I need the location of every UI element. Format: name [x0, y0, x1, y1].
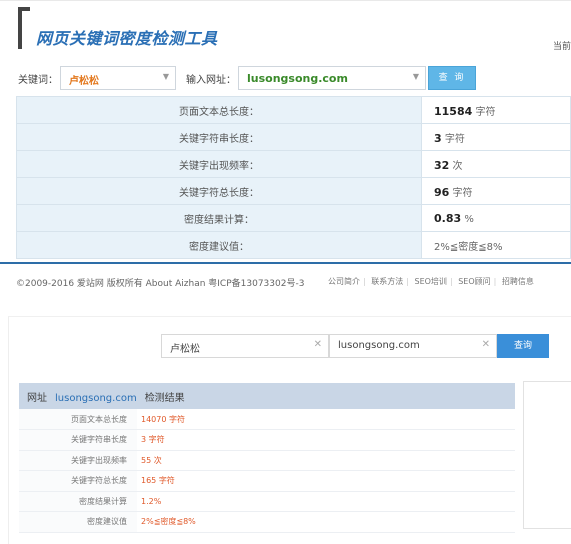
url-value: lusongsong.com — [247, 72, 348, 85]
url-input[interactable]: lusongsong.com ✕ — [329, 334, 497, 358]
row-label: 密度结果计算 — [19, 491, 137, 512]
row-label: 关键字符串长度： — [16, 123, 422, 151]
row-value: 0.83 % — [421, 204, 571, 232]
keyword-input[interactable]: 卢松松 ✕ — [161, 334, 329, 358]
table-row: 页面文本总长度： 11584 字符 — [16, 96, 571, 124]
top-screenshot: 网页关键词密度检测工具 当前 关键词： 卢松松 ▼ 输入网址： lusongso… — [0, 0, 571, 300]
row-value: 3 字符 — [137, 429, 515, 451]
query-form: 关键词： 卢松松 ▼ 输入网址： lusongsong.com ▼ 查 询 — [0, 64, 571, 92]
row-label: 页面文本总长度 — [19, 409, 137, 430]
result-header: 网址 lusongsong.com 检测结果 — [19, 383, 515, 409]
title-bar: 网页关键词密度检测工具 当前 — [0, 0, 571, 58]
row-label: 关键字出现频率： — [16, 150, 422, 178]
row-value: 14070 字符 — [137, 409, 515, 430]
table-row: 关键字符总长度 165 字符 — [19, 470, 515, 492]
page-title: 网页关键词密度检测工具 — [36, 29, 218, 48]
table-row: 密度建议值 2%≦密度≦8% — [19, 511, 515, 533]
row-label: 密度结果计算： — [16, 204, 422, 232]
url-label: 输入网址： — [186, 75, 236, 86]
corner-text: 当前 — [552, 42, 571, 52]
row-value: 55 次 — [137, 450, 515, 471]
table-row: 密度结果计算： 0.83 % — [16, 204, 571, 232]
table-row: 关键字出现频率： 32 次 — [16, 150, 571, 178]
table-row: 密度结果计算 1.2% — [19, 491, 515, 512]
footer-copyright: ©2009-2016 爱站网 版权所有 About Aizhan 粤ICP备13… — [16, 279, 305, 289]
row-label: 关键字出现频率 — [19, 450, 137, 471]
chevron-down-icon: ▼ — [162, 72, 169, 81]
row-value: 2%≦密度≦8% — [137, 511, 515, 533]
url-input[interactable]: lusongsong.com ▼ — [238, 66, 426, 90]
table-header: 网址 lusongsong.com 检测结果 — [19, 383, 515, 409]
row-value: 165 字符 — [137, 470, 515, 492]
row-label: 密度建议值 — [19, 511, 137, 533]
result-table: 页面文本总长度： 11584 字符 关键字符串长度： 3 字符 关键字出现频率：… — [16, 96, 571, 259]
query-button[interactable]: 查询 — [497, 334, 549, 358]
table-row: 关键字符串长度： 3 字符 — [16, 123, 571, 151]
keyword-value: 卢松松 — [170, 344, 200, 355]
table-row: 关键字出现频率 55 次 — [19, 450, 515, 471]
keyword-label: 关键词： — [18, 75, 58, 86]
row-label: 关键字符串长度 — [19, 429, 137, 451]
clear-icon[interactable]: ✕ — [482, 339, 490, 350]
bottom-screenshot: 卢松松 ✕ lusongsong.com ✕ 查询 网址 lusongsong.c… — [8, 316, 571, 544]
footer-link[interactable]: SEO顾问 — [458, 277, 490, 286]
row-label: 密度建议值： — [16, 231, 422, 259]
table-row: 关键字符总长度： 96 字符 — [16, 177, 571, 205]
side-panel — [523, 381, 571, 529]
row-value: 1.2% — [137, 491, 515, 512]
result-table: 网址 lusongsong.com 检测结果 页面文本总长度 14070 字符 关键… — [19, 383, 515, 533]
url-value: lusongsong.com — [338, 340, 420, 351]
footer-link[interactable]: 联系方法 — [371, 277, 403, 286]
chevron-down-icon: ▼ — [412, 72, 419, 81]
table-row: 密度建议值： 2%≦密度≦8% — [16, 231, 571, 259]
clear-icon[interactable]: ✕ — [314, 339, 322, 350]
row-value: 3 字符 — [421, 123, 571, 151]
row-value: 11584 字符 — [421, 96, 571, 124]
row-label: 关键字符总长度： — [16, 177, 422, 205]
footer: ©2009-2016 爱站网 版权所有 About Aizhan 粤ICP备13… — [0, 262, 571, 296]
row-value: 96 字符 — [421, 177, 571, 205]
footer-links: 公司简介 | 联系方法 | SEO培训 | SEO顾问 | 招聘信息 — [328, 277, 534, 286]
footer-link[interactable]: SEO培训 — [415, 277, 447, 286]
title-decoration-bar — [18, 11, 22, 49]
footer-link[interactable]: 公司简介 — [328, 277, 360, 286]
keyword-select[interactable]: 卢松松 ▼ — [60, 66, 176, 90]
footer-link[interactable]: 招聘信息 — [502, 277, 534, 286]
query-button[interactable]: 查 询 — [428, 66, 476, 90]
keyword-value: 卢松松 — [69, 76, 99, 87]
site-link[interactable]: lusongsong.com — [55, 393, 137, 404]
row-value: 2%≦密度≦8% — [421, 231, 571, 259]
row-value: 32 次 — [421, 150, 571, 178]
table-row: 页面文本总长度 14070 字符 — [19, 409, 515, 430]
table-row: 关键字符串长度 3 字符 — [19, 429, 515, 451]
row-label: 关键字符总长度 — [19, 470, 137, 492]
row-label: 页面文本总长度： — [16, 96, 422, 124]
